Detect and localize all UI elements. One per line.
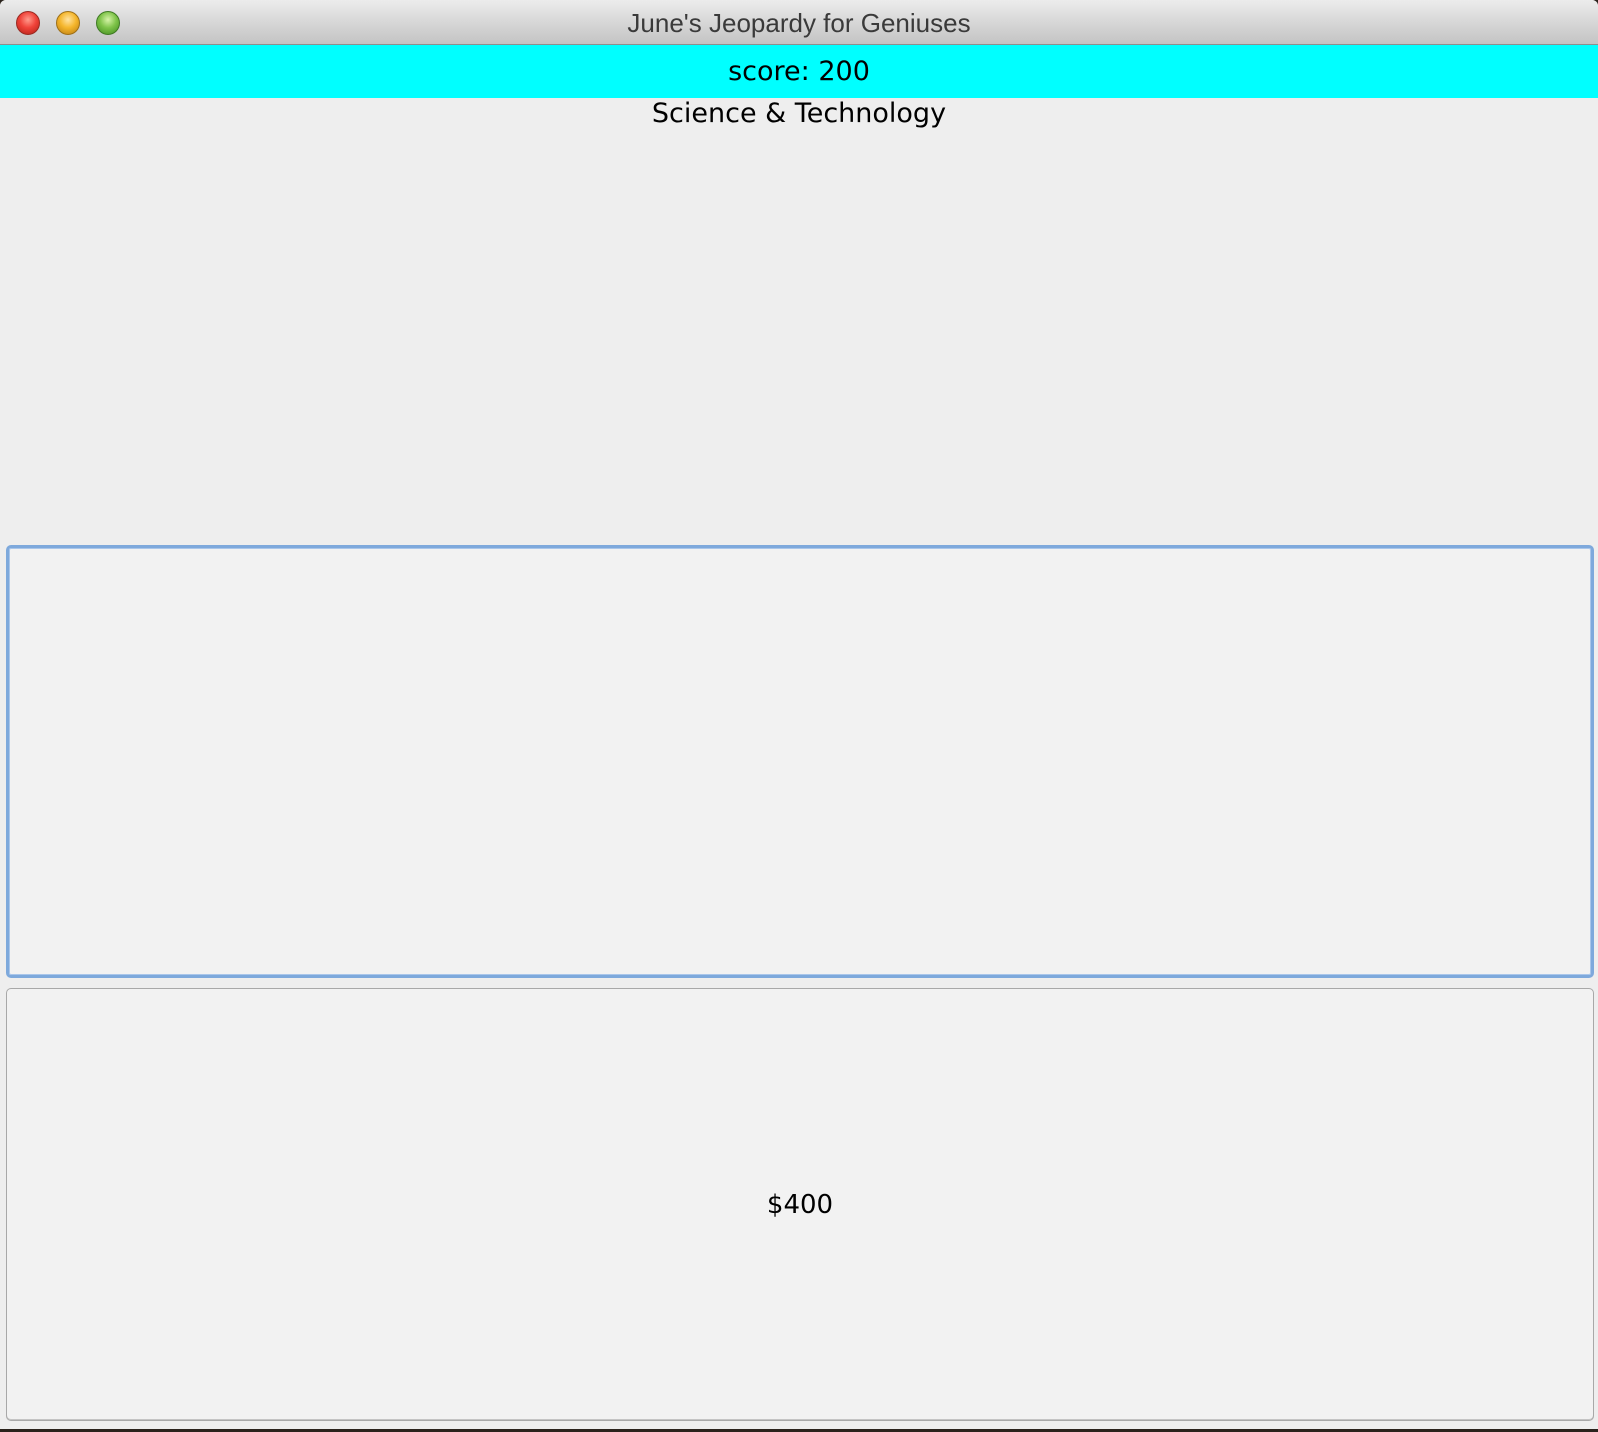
app-window: June's Jeopardy for Geniuses score: 200 … bbox=[0, 0, 1598, 1429]
title-bar[interactable]: June's Jeopardy for Geniuses bbox=[0, 0, 1598, 45]
question-button-2[interactable]: $400 bbox=[6, 988, 1594, 1421]
category-title: Science & Technology bbox=[651, 98, 947, 129]
question-button-2-label: $400 bbox=[766, 1189, 834, 1220]
window-title: June's Jeopardy for Geniuses bbox=[627, 8, 971, 38]
question-button-1[interactable] bbox=[6, 545, 1594, 978]
score-label: score: 200 bbox=[0, 45, 1598, 98]
